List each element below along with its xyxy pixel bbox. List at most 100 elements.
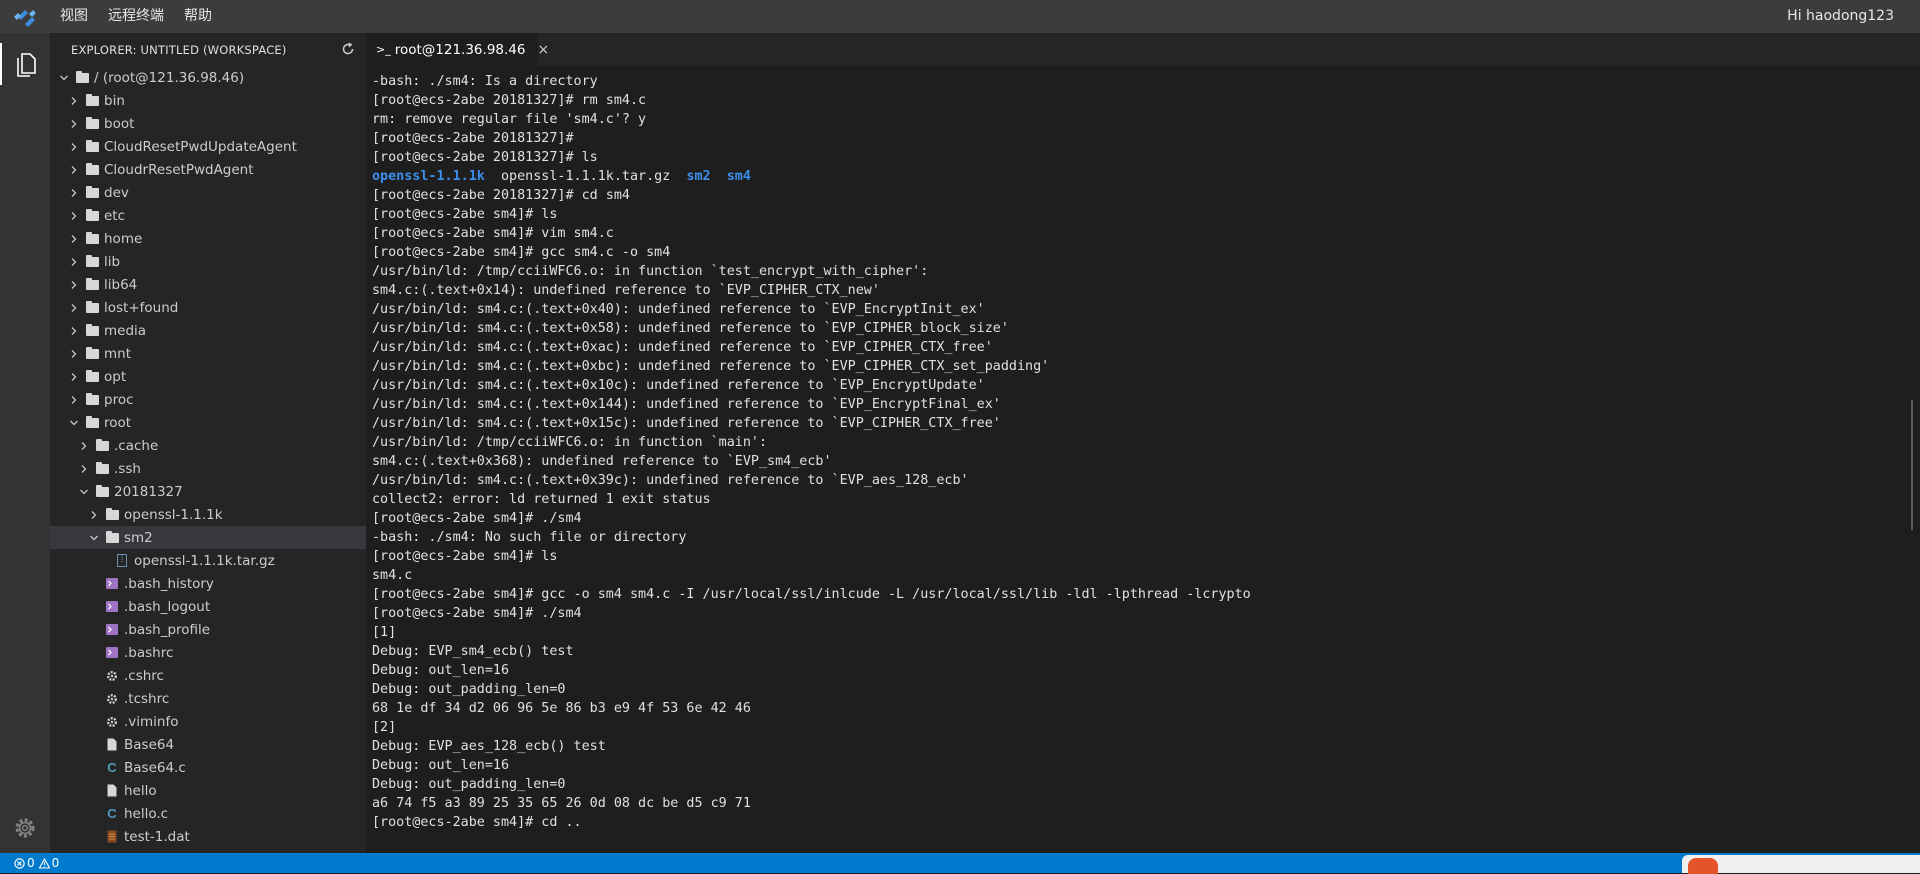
tree-file[interactable]: .tcshrc	[50, 687, 366, 710]
chevron-right-icon	[66, 369, 82, 385]
terminal-text: -bash: ./sm4: No such file or directory	[372, 530, 687, 545]
tree-folder[interactable]: opt	[50, 365, 366, 388]
tree-folder[interactable]: bin	[50, 89, 366, 112]
tree-folder[interactable]: .ssh	[50, 457, 366, 480]
terminal-text: openssl-1.1.1k.tar.gz	[484, 169, 687, 184]
tree-file[interactable]: Chello.c	[50, 802, 366, 825]
tree-item-label: .cache	[114, 437, 159, 454]
refresh-icon[interactable]	[340, 41, 356, 60]
tree-item-label: home	[104, 230, 143, 247]
terminal-line: /usr/bin/ld: sm4.c:(.text+0x39c): undefi…	[372, 471, 1251, 490]
terminal-line: collect2: error: ld returned 1 exit stat…	[372, 490, 1251, 509]
tree-folder[interactable]: media	[50, 319, 366, 342]
tree-item-label: media	[104, 322, 147, 339]
tree-file[interactable]: openssl-1.1.1k.tar.gz	[50, 549, 366, 572]
terminal-line: -bash: ./sm4: Is a directory	[372, 72, 1251, 91]
settings-gear-icon[interactable]	[0, 803, 50, 853]
explorer-icon[interactable]	[0, 43, 50, 85]
terminal-text: Debug: out_len=16	[372, 758, 510, 773]
tree-folder[interactable]: 20181327	[50, 480, 366, 503]
terminal-line: [root@ecs-2abe sm4]# ls	[372, 547, 1251, 566]
menu-view[interactable]: 视图	[50, 0, 98, 33]
terminal-text: sm4.c	[372, 568, 413, 583]
tree-item-label: lib	[104, 253, 121, 270]
shell-script-icon	[104, 600, 120, 614]
terminal-text: [2]	[372, 720, 397, 735]
terminal-text: /usr/bin/ld: sm4.c:(.text+0x39c): undefi…	[372, 473, 969, 488]
tab-terminal[interactable]: >_ root@121.36.98.46 ×	[366, 33, 549, 66]
tree-item-label: dev	[104, 184, 129, 201]
tree-folder[interactable]: lib64	[50, 273, 366, 296]
tree-item-label: lib64	[104, 276, 138, 293]
terminal-line: rm: remove regular file 'sm4.c'? y	[372, 110, 1251, 129]
folder-open-icon	[104, 530, 120, 545]
tree-folder[interactable]: openssl-1.1.1k	[50, 503, 366, 526]
user-greeting[interactable]: Hi haodong123	[1787, 0, 1894, 33]
menu-remote-terminal[interactable]: 远程终端	[98, 0, 174, 33]
tree-file[interactable]: .bash_profile	[50, 618, 366, 641]
tree-folder[interactable]: / (root@121.36.98.46)	[50, 66, 366, 89]
tree-file[interactable]: test-1.dat	[50, 825, 366, 848]
tree-folder[interactable]: home	[50, 227, 366, 250]
terminal-panel[interactable]: -bash: ./sm4: Is a directory [root@ecs-2a…	[366, 66, 1906, 853]
chevron-right-icon	[66, 323, 82, 339]
menu-help[interactable]: 帮助	[174, 0, 222, 33]
tree-folder[interactable]: lost+found	[50, 296, 366, 319]
folder-open-icon	[94, 484, 110, 499]
tree-file[interactable]: .bash_logout	[50, 595, 366, 618]
terminal-line: /usr/bin/ld: /tmp/cciiWFC6.o: in functio…	[372, 262, 1251, 281]
file-tree: / (root@121.36.98.46) bin boot CloudResetPw…	[50, 66, 366, 848]
terminal-line: Debug: out_padding_len=0	[372, 775, 1251, 794]
tree-file[interactable]: .bash_history	[50, 572, 366, 595]
terminal-line: Debug: out_len=16	[372, 661, 1251, 680]
tree-item-label: .bash_profile	[124, 621, 211, 638]
tree-folder[interactable]: mnt	[50, 342, 366, 365]
terminal-text: [root@ecs-2abe sm4]# ls	[372, 549, 558, 564]
tree-folder[interactable]: dev	[50, 181, 366, 204]
chevron-right-icon	[66, 231, 82, 247]
terminal-line: a6 74 f5 a3 89 25 35 65 26 0d 08 dc be d…	[372, 794, 1251, 813]
tree-folder[interactable]: .cache	[50, 434, 366, 457]
tree-item-label: proc	[104, 391, 134, 408]
problems-indicator[interactable]: 0 0	[0, 856, 59, 870]
terminal-prompt-icon: >_	[376, 43, 391, 56]
tree-file[interactable]: Base64	[50, 733, 366, 756]
tree-item-label: opt	[104, 368, 127, 385]
terminal-output[interactable]: -bash: ./sm4: Is a directory [root@ecs-2a…	[372, 72, 1251, 832]
close-tab-icon[interactable]: ×	[537, 42, 549, 58]
tray-app-icon[interactable]	[1688, 858, 1718, 874]
tree-folder[interactable]: etc	[50, 204, 366, 227]
terminal-text: /usr/bin/ld: /tmp/cciiWFC6.o: in functio…	[372, 435, 768, 450]
tree-folder[interactable]: CloudrResetPwdAgent	[50, 158, 366, 181]
tree-folder[interactable]: CloudResetPwdUpdateAgent	[50, 135, 366, 158]
app-logo-icon[interactable]	[0, 0, 50, 33]
tree-file[interactable]: .viminfo	[50, 710, 366, 733]
tree-folder[interactable]: root	[50, 411, 366, 434]
chevron-right-icon	[66, 185, 82, 201]
chevron-right-icon	[76, 438, 92, 454]
tree-folder[interactable]: boot	[50, 112, 366, 135]
tree-file[interactable]: hello	[50, 779, 366, 802]
terminal-scrollbar[interactable]	[1911, 400, 1913, 530]
tree-item-label: root	[104, 414, 132, 431]
tree-folder[interactable]: proc	[50, 388, 366, 411]
tree-file[interactable]: C Base64.c	[50, 756, 366, 779]
tree-folder[interactable]: sm2	[50, 526, 366, 549]
tree-folder[interactable]: lib	[50, 250, 366, 273]
directory-entry: sm4	[726, 169, 751, 184]
folder-icon	[84, 346, 100, 361]
terminal-text: [root@ecs-2abe 20181327]# cd sm4	[372, 188, 630, 203]
tree-file[interactable]: .cshrc	[50, 664, 366, 687]
tree-item-label: etc	[104, 207, 126, 224]
tree-file[interactable]: .bashrc	[50, 641, 366, 664]
tree-item-label: .tcshrc	[124, 690, 170, 707]
warning-count: 0	[51, 856, 60, 870]
chevron-right-icon	[66, 116, 82, 132]
file-icon	[104, 738, 120, 752]
folder-icon	[84, 300, 100, 315]
